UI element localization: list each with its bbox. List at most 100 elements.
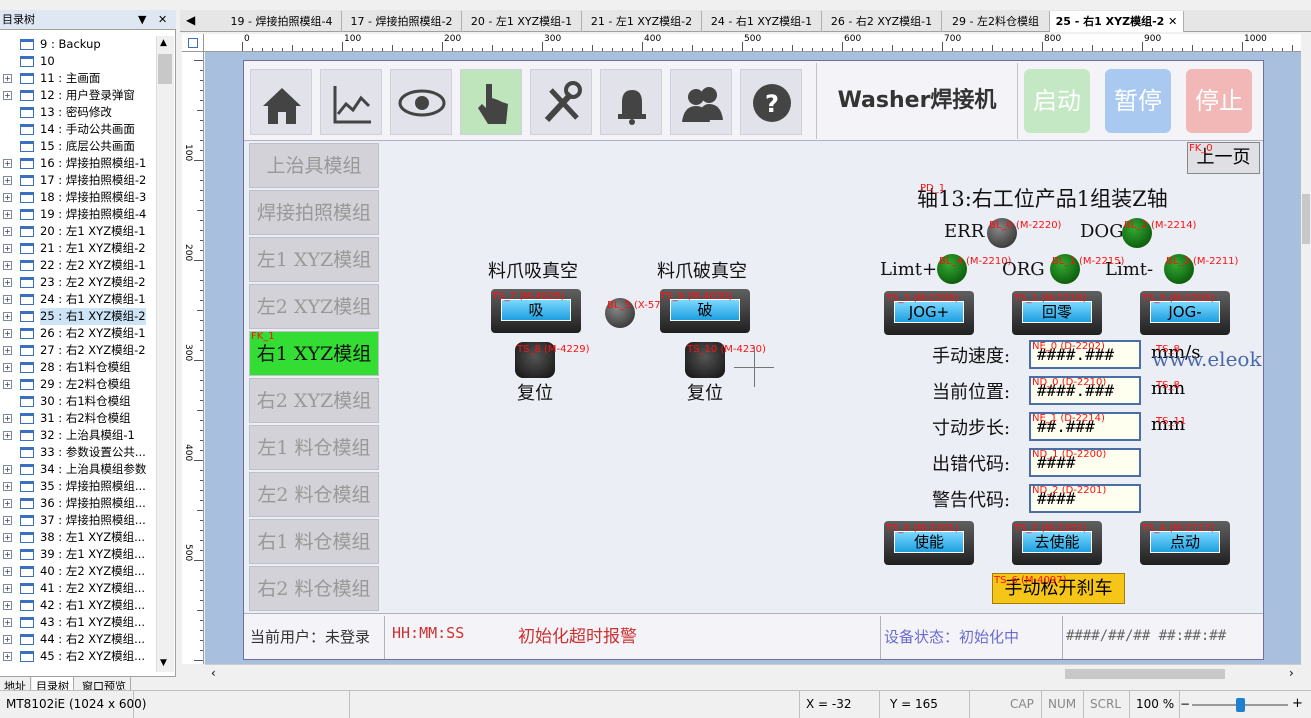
tree-item[interactable]: +24 : 右1 XYZ模组-1 bbox=[0, 291, 156, 308]
tree-item[interactable]: +22 : 左2 XYZ模组-1 bbox=[0, 257, 156, 274]
tab-scroll-left-icon[interactable]: ◀ bbox=[186, 13, 195, 27]
expand-icon[interactable]: + bbox=[3, 329, 12, 338]
expand-icon[interactable]: + bbox=[3, 601, 12, 610]
tree-scrollbar[interactable]: ▲ ▼ bbox=[156, 36, 174, 672]
document-tab[interactable]: 17 - 焊接拍照模组-2 bbox=[342, 11, 462, 32]
users-icon[interactable] bbox=[670, 69, 732, 135]
expand-icon[interactable]: + bbox=[3, 210, 12, 219]
start-button[interactable]: 启动 bbox=[1024, 69, 1090, 133]
canvas-horizontal-scrollbar[interactable]: ‹ › bbox=[205, 664, 1301, 682]
tree-item[interactable]: +26 : 右2 XYZ模组-1 bbox=[0, 325, 156, 342]
document-tab[interactable]: 29 - 左2料仓模组 bbox=[942, 11, 1050, 32]
home-icon[interactable] bbox=[250, 69, 312, 135]
expand-icon[interactable]: + bbox=[3, 516, 12, 525]
tree-item[interactable]: 15 : 底层公共画面 bbox=[0, 138, 156, 155]
tree-item[interactable]: +29 : 左2料仓模组 bbox=[0, 376, 156, 393]
tree-item[interactable]: +35 : 焊接拍照模组... bbox=[0, 478, 156, 495]
h-scroll-thumb[interactable] bbox=[1065, 669, 1225, 679]
tree-item[interactable]: +16 : 焊接拍照模组-1 bbox=[0, 155, 156, 172]
document-tab[interactable]: 21 - 左1 XYZ模组-2 bbox=[582, 11, 702, 32]
tree-item[interactable]: 30 : 右1料仓模组 bbox=[0, 393, 156, 410]
expand-icon[interactable]: + bbox=[3, 414, 12, 423]
zoom-out-icon[interactable]: − bbox=[1180, 697, 1190, 711]
tree-item[interactable]: +31 : 右2料仓模组 bbox=[0, 410, 156, 427]
tree-item[interactable]: +11 : 主画面 bbox=[0, 70, 156, 87]
expand-icon[interactable]: + bbox=[3, 74, 12, 83]
tree-item[interactable]: 14 : 手动公共画面 bbox=[0, 121, 156, 138]
v-scroll-thumb[interactable] bbox=[1302, 194, 1310, 244]
expand-icon[interactable]: + bbox=[3, 227, 12, 236]
zoom-in-icon[interactable]: + bbox=[1292, 696, 1303, 711]
close-tab-icon[interactable]: ✕ bbox=[1164, 15, 1177, 28]
expand-icon[interactable]: + bbox=[3, 363, 12, 372]
expand-icon[interactable]: + bbox=[3, 295, 12, 304]
tree-item[interactable]: +42 : 右1 XYZ模组... bbox=[0, 597, 156, 614]
expand-icon[interactable]: + bbox=[3, 244, 12, 253]
scroll-up-icon[interactable]: ▲ bbox=[160, 38, 167, 48]
side-menu-item[interactable]: 左1 XYZ模组 bbox=[249, 237, 379, 282]
expand-icon[interactable]: + bbox=[3, 431, 12, 440]
scroll-right-icon[interactable]: › bbox=[1289, 666, 1294, 680]
expand-icon[interactable]: + bbox=[3, 261, 12, 270]
tree-item[interactable]: +41 : 左2 XYZ模组... bbox=[0, 580, 156, 597]
expand-icon[interactable]: + bbox=[3, 499, 12, 508]
tree-item[interactable]: +38 : 左1 XYZ模组... bbox=[0, 529, 156, 546]
tools-icon[interactable] bbox=[530, 69, 592, 135]
tree-item[interactable]: +20 : 左1 XYZ模组-1 bbox=[0, 223, 156, 240]
close-icon[interactable]: ✕ bbox=[158, 10, 167, 30]
side-menu-item[interactable]: 上治具模组 bbox=[249, 143, 379, 188]
expand-icon[interactable]: + bbox=[3, 635, 12, 644]
tree-item[interactable]: +12 : 用户登录弹窗 bbox=[0, 87, 156, 104]
side-menu-item[interactable]: 右2 料仓模组 bbox=[249, 566, 379, 611]
tree-item[interactable]: +27 : 右2 XYZ模组-2 bbox=[0, 342, 156, 359]
tree-item[interactable]: +32 : 上治具模组-1 bbox=[0, 427, 156, 444]
side-menu-item[interactable]: 左2 料仓模组 bbox=[249, 472, 379, 517]
expand-icon[interactable]: + bbox=[3, 465, 12, 474]
stop-button[interactable]: 停止 bbox=[1186, 69, 1252, 133]
eye-icon[interactable] bbox=[390, 69, 452, 135]
expand-icon[interactable]: + bbox=[3, 550, 12, 559]
expand-icon[interactable]: + bbox=[3, 346, 12, 355]
side-menu-item[interactable]: 左2 XYZ模组 bbox=[249, 284, 379, 329]
side-menu-item[interactable]: 左1 料仓模组 bbox=[249, 425, 379, 470]
expand-icon[interactable]: + bbox=[3, 91, 12, 100]
tree-item[interactable]: +21 : 左1 XYZ模组-2 bbox=[0, 240, 156, 257]
tree-item[interactable]: +39 : 左1 XYZ模组... bbox=[0, 546, 156, 563]
document-tab[interactable]: 19 - 焊接拍照模组-4 bbox=[222, 11, 342, 32]
scroll-left-icon[interactable]: ‹ bbox=[211, 666, 216, 680]
tree-item[interactable]: +43 : 右1 XYZ模组... bbox=[0, 614, 156, 631]
hand-pointer-icon[interactable] bbox=[460, 69, 522, 135]
tree-item[interactable]: +37 : 焊接拍照模组... bbox=[0, 512, 156, 529]
chart-icon[interactable] bbox=[320, 69, 382, 135]
tree-item[interactable]: +36 : 焊接拍照模组... bbox=[0, 495, 156, 512]
tree-item[interactable]: +17 : 焊接拍照模组-2 bbox=[0, 172, 156, 189]
expand-icon[interactable]: + bbox=[3, 533, 12, 542]
tree-item[interactable]: +25 : 右1 XYZ模组-2 bbox=[0, 308, 156, 325]
expand-icon[interactable]: + bbox=[3, 652, 12, 661]
expand-icon[interactable]: + bbox=[3, 380, 12, 389]
alarm-bell-icon[interactable] bbox=[600, 69, 662, 135]
expand-icon[interactable]: + bbox=[3, 176, 12, 185]
pause-button[interactable]: 暂停 bbox=[1105, 69, 1171, 133]
tree-item[interactable]: +34 : 上治具模组参数 bbox=[0, 461, 156, 478]
tree-item[interactable]: +40 : 左2 XYZ模组... bbox=[0, 563, 156, 580]
side-menu-item[interactable]: 焊接拍照模组 bbox=[249, 190, 379, 235]
tree-item[interactable]: +18 : 焊接拍照模组-3 bbox=[0, 189, 156, 206]
side-menu-item[interactable]: 右1 料仓模组 bbox=[249, 519, 379, 564]
document-tab[interactable]: 26 - 右2 XYZ模组-1 bbox=[822, 11, 942, 32]
side-menu-item[interactable]: 右2 XYZ模组 bbox=[249, 378, 379, 423]
document-tab[interactable]: 25 - 右1 XYZ模组-2 ✕ bbox=[1050, 11, 1184, 32]
dropdown-icon[interactable]: ▼ bbox=[138, 10, 146, 30]
ruler-toggle-icon[interactable] bbox=[188, 38, 198, 48]
scroll-down-icon[interactable]: ▼ bbox=[160, 658, 167, 668]
expand-icon[interactable]: + bbox=[3, 482, 12, 491]
tree-item[interactable]: 10 bbox=[0, 53, 156, 70]
expand-icon[interactable]: + bbox=[3, 567, 12, 576]
expand-icon[interactable]: + bbox=[3, 193, 12, 202]
document-tab[interactable]: 24 - 右1 XYZ模组-1 bbox=[702, 11, 822, 32]
expand-icon[interactable]: + bbox=[3, 278, 12, 287]
tree-item[interactable]: +44 : 右2 XYZ模组... bbox=[0, 631, 156, 648]
tree-item[interactable]: +28 : 右1料仓模组 bbox=[0, 359, 156, 376]
zoom-slider-thumb[interactable] bbox=[1236, 698, 1245, 712]
tree-item[interactable]: +45 : 右2 XYZ模组... bbox=[0, 648, 156, 665]
